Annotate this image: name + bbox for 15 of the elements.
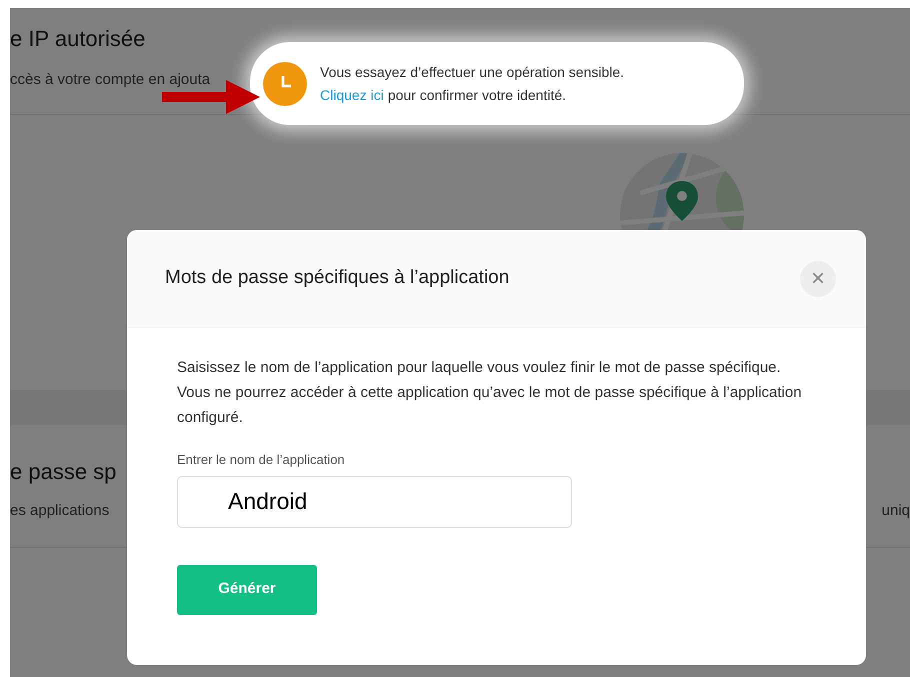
field-label: Entrer le nom de l’application — [177, 451, 346, 469]
input-field[interactable]: Android — [177, 476, 572, 528]
toast-message: pour confirmer votre identité. — [388, 86, 566, 105]
section-heading: e IP autorisée — [10, 25, 146, 53]
confirm-link[interactable]: Cliquez ici — [320, 84, 384, 106]
clock-icon — [263, 62, 307, 106]
section-description: ccès à votre compte en ajouta — [10, 70, 210, 90]
generate-button[interactable]: Générer — [177, 564, 317, 614]
toast-message: Vous essayez d’effectuer une opération sensible. — [320, 62, 624, 82]
dialog-description: Saisissez le nom de l’application pour laquelle vous voulez finir le mot de passe spécifique. Vous ne pourrez accéder à cette application qu’avec le mot de passe spécifique à l’application configuré. — [177, 358, 803, 428]
close-button[interactable]: × — [800, 260, 836, 296]
section-description: es applications — [10, 501, 110, 521]
dialog-title: Mots de passe spécifiques à l’application — [165, 266, 510, 290]
section-heading: e passe sp — [10, 458, 116, 486]
section-description: uniq — [882, 501, 910, 521]
